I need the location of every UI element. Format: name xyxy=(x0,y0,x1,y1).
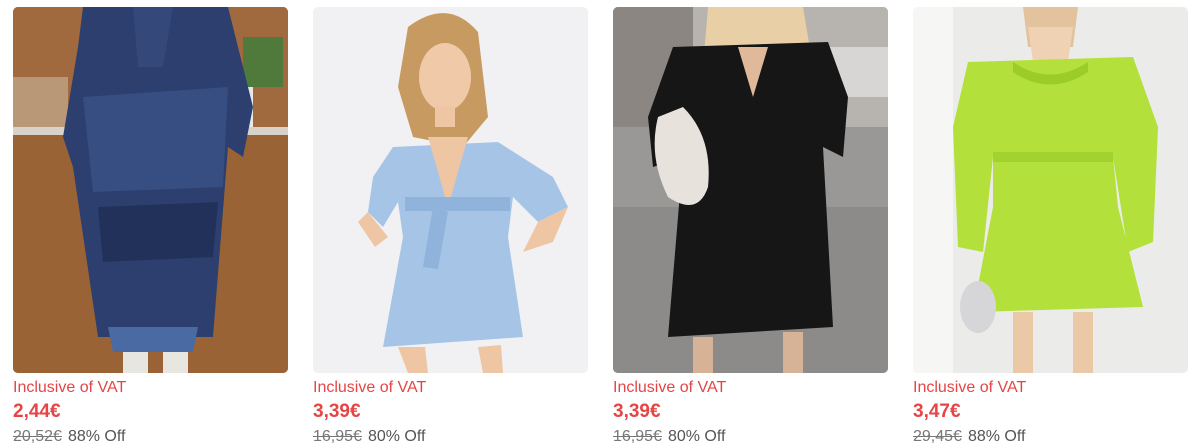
vat-label: Inclusive of VAT xyxy=(313,379,427,396)
product-card[interactable]: Inclusive of VAT 3,39€ 16,95€ 80% Off xyxy=(613,7,888,447)
black-v-neck-dress-photo xyxy=(613,7,888,373)
vat-label: Inclusive of VAT xyxy=(913,379,1027,396)
sale-price: 3,47€ xyxy=(913,401,961,422)
discount-badge: 80% Off xyxy=(667,428,726,445)
product-card[interactable]: Inclusive of VAT 3,47€ 29,45€ 88% Off xyxy=(913,7,1188,447)
product-image[interactable] xyxy=(913,7,1188,373)
product-image[interactable] xyxy=(13,7,288,373)
lime-green-puff-sleeve-dress-photo xyxy=(913,7,1188,373)
original-price: 29,45€ xyxy=(913,428,962,445)
original-price: 16,95€ xyxy=(613,428,662,445)
discount-badge: 80% Off xyxy=(367,428,426,445)
blue-plaid-shirt-dress-photo xyxy=(13,7,288,373)
price-comparison: 20,52€ 88% Off xyxy=(13,427,288,447)
price-comparison: 29,45€ 88% Off xyxy=(913,427,1188,447)
discount-badge: 88% Off xyxy=(67,428,126,445)
sale-price: 3,39€ xyxy=(313,401,361,422)
original-price: 20,52€ xyxy=(13,428,62,445)
product-card[interactable]: Inclusive of VAT 2,44€ 20,52€ 88% Off xyxy=(13,7,288,447)
sale-price: 2,44€ xyxy=(13,401,61,422)
vat-label: Inclusive of VAT xyxy=(13,379,127,396)
product-image[interactable] xyxy=(313,7,588,373)
sale-price: 3,39€ xyxy=(613,401,661,422)
product-grid: Inclusive of VAT 2,44€ 20,52€ 88% Off In… xyxy=(0,0,1198,448)
product-image[interactable] xyxy=(613,7,888,373)
original-price: 16,95€ xyxy=(313,428,362,445)
vat-label: Inclusive of VAT xyxy=(613,379,727,396)
price-comparison: 16,95€ 80% Off xyxy=(613,427,888,447)
price-comparison: 16,95€ 80% Off xyxy=(313,427,588,447)
light-blue-wrap-dress-photo xyxy=(313,7,588,373)
product-card[interactable]: Inclusive of VAT 3,39€ 16,95€ 80% Off xyxy=(313,7,588,447)
discount-badge: 88% Off xyxy=(967,428,1026,445)
